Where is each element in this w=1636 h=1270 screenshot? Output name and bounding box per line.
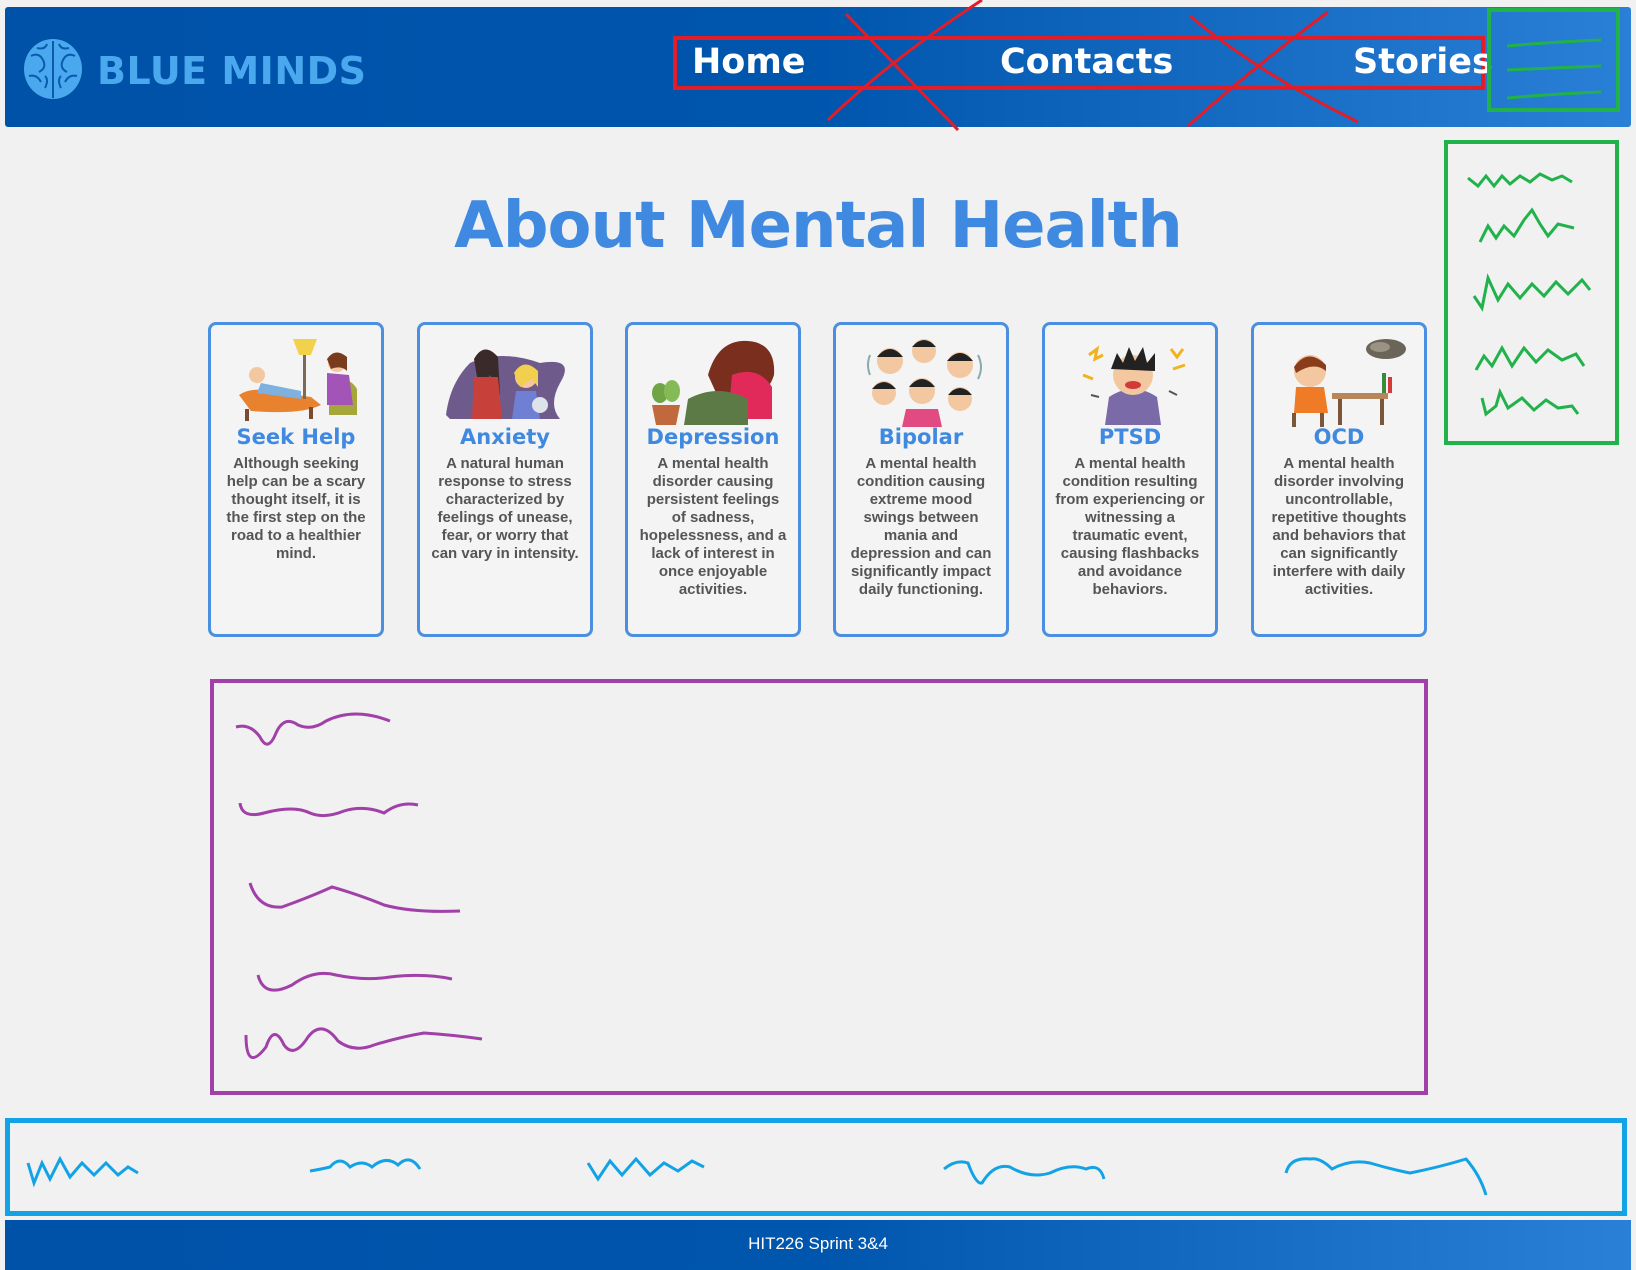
site-logo-text[interactable]: BLUE MINDS [97, 49, 367, 93]
card-title: Bipolar [878, 425, 964, 449]
card-anxiety[interactable]: Anxiety A natural human response to stre… [417, 322, 593, 637]
scribble-placeholder-icon [235, 712, 483, 1059]
card-depression[interactable]: Depression A mental health disorder caus… [625, 322, 801, 637]
card-ptsd[interactable]: PTSD A mental health condition resulting… [1042, 322, 1218, 637]
dropdown-menu-annotation [1444, 140, 1619, 445]
footer-links-annotation [5, 1118, 1627, 1216]
hamburger-menu-button[interactable] [1487, 8, 1620, 112]
card-title: PTSD [1098, 425, 1162, 449]
hamburger-icon [1506, 38, 1602, 100]
card-title: Depression [646, 425, 780, 449]
scribble-placeholder-icon [26, 1155, 1488, 1196]
nav-link-contacts[interactable]: Contacts [1000, 42, 1173, 82]
card-bipolar[interactable]: Bipolar A mental health condition causin… [833, 322, 1009, 637]
card-description: A mental health condition resulting from… [1055, 455, 1205, 598]
card-description: Although seeking help can be a scary tho… [226, 455, 366, 562]
brain-icon [24, 39, 82, 99]
anxious-people-icon [446, 349, 565, 419]
card-title: Anxiety [460, 425, 550, 449]
page-title: About Mental Health [454, 189, 1183, 263]
sad-person-icon [652, 340, 775, 425]
nav-link-stories[interactable]: Stories [1353, 42, 1493, 82]
content-section-annotation [210, 679, 1428, 1095]
nav-link-home[interactable]: Home [692, 42, 806, 82]
card-description: A mental health condition causing extrem… [850, 455, 992, 598]
mood-swing-faces-icon [867, 339, 982, 427]
card-ocd[interactable]: OCD A mental health disorder involving u… [1251, 322, 1427, 637]
worried-child-icon [1292, 339, 1406, 427]
card-title: OCD [1313, 425, 1365, 449]
card-description: A mental health disorder involving uncon… [1271, 455, 1407, 598]
stressed-person-icon [1082, 345, 1186, 425]
card-description: A natural human response to stress chara… [431, 455, 579, 562]
therapy-session-icon [239, 339, 357, 421]
card-seek-help[interactable]: Seek Help Although seeking help can be a… [208, 322, 384, 637]
site-footer: HIT226 Sprint 3&4 [5, 1220, 1631, 1270]
card-title: Seek Help [236, 425, 356, 449]
card-description: A mental health disorder causing persist… [639, 455, 787, 598]
footer-text: HIT226 Sprint 3&4 [748, 1234, 888, 1253]
